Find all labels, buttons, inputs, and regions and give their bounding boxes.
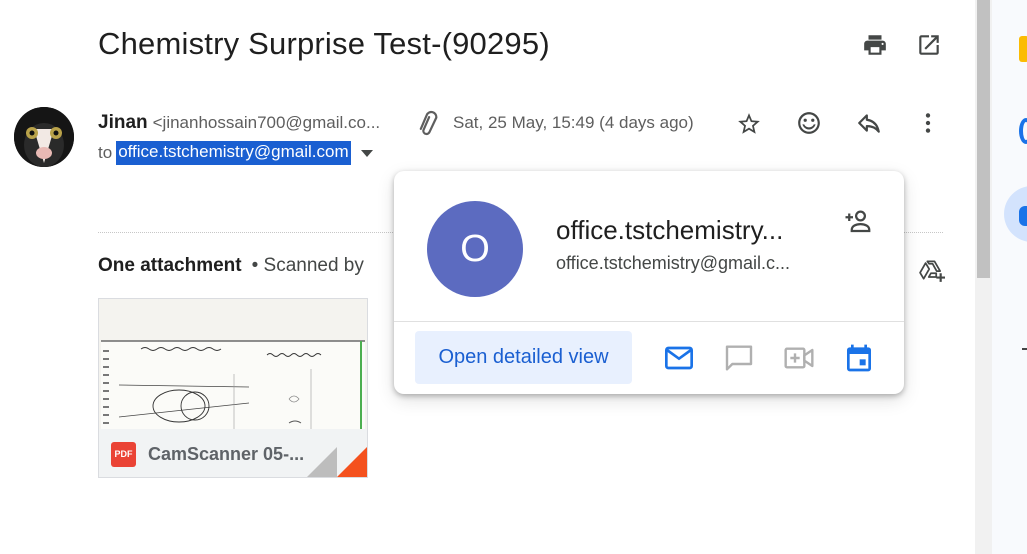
open-in-new-icon: [919, 35, 939, 55]
sender-name[interactable]: Jinan: [98, 112, 148, 134]
email-view: Chemistry Surprise Test-(90295) Jinan <j…: [0, 0, 975, 554]
print-button[interactable]: [855, 25, 895, 65]
schedule-event-button[interactable]: [839, 338, 879, 378]
attachments-count: One attachment: [98, 255, 242, 276]
chevron-down-icon[interactable]: [360, 149, 373, 157]
add-person-icon: [845, 210, 871, 233]
contact-name: office.tstchemistry...: [556, 215, 784, 245]
pdf-icon: PDF: [111, 441, 136, 467]
paperclip-icon: [419, 110, 438, 136]
attachments-header: One attachment • Scanned by: [98, 255, 364, 277]
hovercard-divider: [394, 321, 904, 322]
contact-email: office.tstchemistry@gmail.c...: [556, 253, 790, 273]
page-fold-corner: [307, 447, 367, 477]
emoji-reaction-button[interactable]: [789, 103, 829, 143]
star-icon: [738, 113, 760, 134]
email-subject: Chemistry Surprise Test-(90295): [98, 26, 550, 61]
reply-icon: [858, 114, 880, 133]
more-vert-icon: [925, 113, 931, 133]
emoji-icon: [798, 112, 820, 134]
chat-button: [719, 338, 759, 378]
attachment-thumbnail: [99, 299, 367, 429]
send-email-button[interactable]: [659, 338, 699, 378]
open-detailed-view-button[interactable]: Open detailed view: [415, 331, 632, 384]
keep-icon[interactable]: [1019, 36, 1027, 62]
recipient-address[interactable]: office.tstchemistry@gmail.com: [116, 141, 351, 165]
mail-icon: [665, 346, 693, 370]
open-in-new-window-button[interactable]: [909, 25, 949, 65]
calendar-icon: [847, 344, 871, 372]
recipient-line: to office.tstchemistry@gmail.com: [98, 141, 373, 165]
star-button[interactable]: [729, 104, 769, 144]
to-label: to: [98, 143, 113, 162]
video-call-button: [779, 338, 819, 378]
attachment-name: CamScanner 05-...: [148, 443, 305, 464]
add-contact-button[interactable]: [838, 201, 878, 241]
sender-line: Jinan <jinanhossain700@gmail.co...: [98, 112, 380, 134]
scrollbar-thumb[interactable]: [977, 0, 990, 278]
side-panel: [992, 0, 1027, 554]
print-icon: [864, 35, 886, 55]
email-date: Sat, 25 May, 15:49 (4 days ago): [453, 113, 694, 132]
panel-divider: [1022, 348, 1027, 350]
add-to-drive-button[interactable]: [912, 250, 952, 290]
contacts-icon: [1019, 206, 1027, 226]
scan-note: • Scanned by: [251, 255, 364, 276]
attachment-card[interactable]: PDF CamScanner 05-...: [98, 298, 368, 478]
more-options-button[interactable]: [908, 103, 948, 143]
sender-email: <jinanhossain700@gmail.co...: [152, 113, 381, 132]
video-call-icon: [784, 347, 814, 369]
tasks-icon[interactable]: [1019, 118, 1027, 144]
reply-button[interactable]: [849, 103, 889, 143]
contact-avatar: O: [427, 201, 523, 297]
chat-icon: [725, 345, 753, 371]
contact-hovercard: O office.tstchemistry... office.tstchemi…: [394, 171, 904, 394]
add-to-drive-icon: [919, 260, 945, 282]
sender-avatar[interactable]: [14, 107, 74, 167]
